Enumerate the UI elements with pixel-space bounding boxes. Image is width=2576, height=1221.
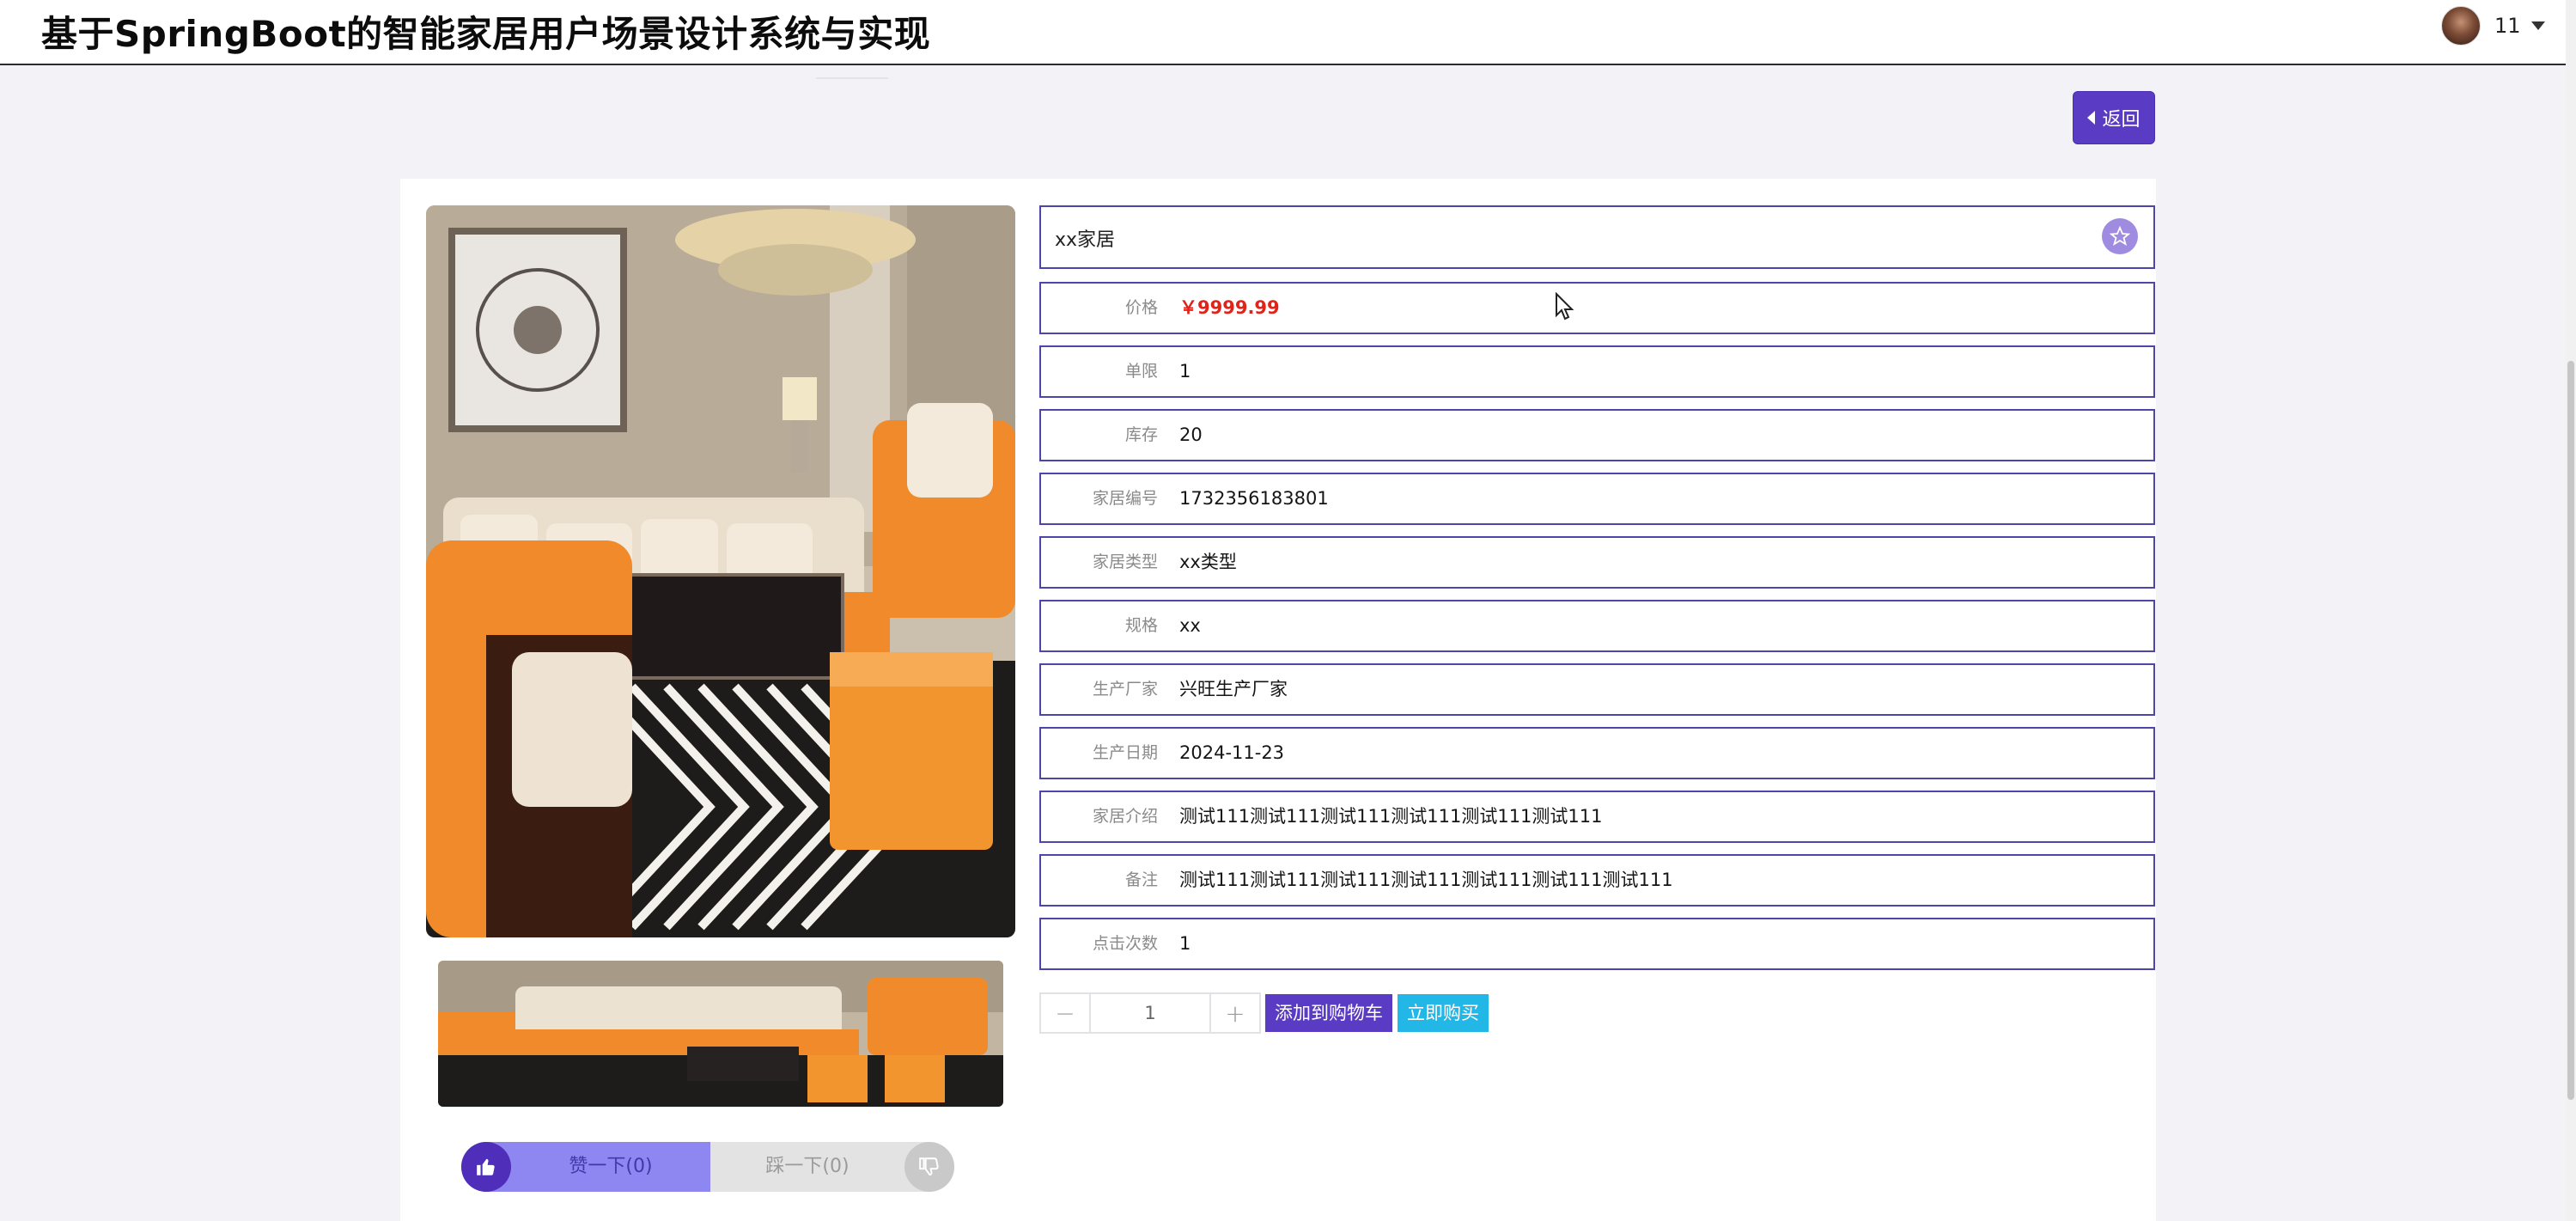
field-label: 单限 (1124, 362, 1158, 381)
field-row-spec: 规格 xx (1039, 600, 2155, 652)
field-row-stock: 库存 20 (1039, 409, 2155, 461)
quantity-increase-button[interactable]: + (1211, 994, 1259, 1032)
field-label: 备注 (1124, 870, 1158, 889)
like-label: 赞一下(0) (569, 1156, 653, 1177)
field-label: 点击次数 (1092, 934, 1158, 953)
field-row-remark: 备注 测试111测试111测试111测试111测试111测试111测试111 (1039, 854, 2155, 907)
quantity-input[interactable]: 1 (1089, 994, 1211, 1032)
product-name-row: xx家居 (1039, 205, 2155, 269)
field-row-clicks: 点击次数 1 (1039, 918, 2155, 970)
field-label: 生产厂家 (1092, 680, 1158, 699)
like-icon-circle[interactable] (461, 1142, 511, 1192)
like-button[interactable]: 赞一下(0) (461, 1142, 710, 1192)
field-row-production-date: 生产日期 2024-11-23 (1039, 727, 2155, 779)
field-row-type: 家居类型 xx类型 (1039, 536, 2155, 589)
back-button-label: 返回 (2102, 109, 2141, 131)
star-icon (2110, 226, 2130, 246)
field-value: xx类型 (1179, 552, 1237, 572)
field-value-price: ￥9999.99 (1179, 297, 1280, 318)
field-value: 20 (1179, 424, 1203, 445)
dislike-button[interactable]: 踩一下(0) (710, 1142, 954, 1192)
field-value: 1732356183801 (1179, 488, 1329, 509)
product-name: xx家居 (1055, 229, 1116, 251)
product-thumbnail[interactable] (438, 961, 1003, 1107)
dislike-icon-circle[interactable] (904, 1142, 954, 1192)
vote-bar: 赞一下(0) 踩一下(0) (461, 1142, 954, 1192)
field-label: 家居介绍 (1092, 807, 1158, 826)
field-label: 库存 (1124, 425, 1158, 444)
back-button[interactable]: 返回 (2073, 91, 2155, 144)
field-row-limit: 单限 1 (1039, 345, 2155, 398)
user-menu[interactable]: 11 (2441, 5, 2545, 46)
user-name[interactable]: 11 (2494, 14, 2521, 38)
dislike-label: 踩一下(0) (765, 1156, 850, 1177)
living-room-illustration (426, 205, 1015, 937)
caret-down-icon[interactable] (2530, 21, 2545, 30)
thumbnail-illustration (438, 961, 1003, 1107)
add-to-cart-button[interactable]: 添加到购物车 (1265, 994, 1392, 1032)
quantity-stepper[interactable]: − 1 + (1039, 992, 1261, 1034)
field-row-code: 家居编号 1732356183801 (1039, 473, 2155, 525)
field-value: 1 (1179, 361, 1191, 382)
buy-now-button[interactable]: 立即购买 (1398, 994, 1489, 1032)
field-value: 1 (1179, 933, 1191, 954)
page-scrollbar-thumb[interactable] (2567, 361, 2574, 1100)
field-value: 2024-11-23 (1179, 742, 1285, 763)
mouse-cursor-icon (1556, 292, 1574, 321)
field-label: 规格 (1124, 616, 1158, 635)
divider (816, 77, 888, 79)
field-label: 生产日期 (1092, 743, 1158, 762)
field-row-manufacturer: 生产厂家 兴旺生产厂家 (1039, 663, 2155, 716)
thumbs-down-icon (919, 1157, 939, 1176)
field-row-price: 价格 ￥9999.99 (1039, 282, 2155, 334)
app-title: 基于SpringBoot的智能家居用户场景设计系统与实现 (41, 13, 931, 55)
favorite-button[interactable] (2102, 218, 2138, 254)
product-main-image[interactable] (426, 205, 1015, 937)
back-caret-icon (2087, 111, 2096, 125)
top-navbar: 基于SpringBoot的智能家居用户场景设计系统与实现 11 (0, 0, 2576, 65)
quantity-decrease-button[interactable]: − (1041, 994, 1089, 1032)
field-label: 家居类型 (1092, 553, 1158, 571)
thumbs-up-icon (477, 1158, 495, 1175)
user-avatar[interactable] (2441, 6, 2481, 46)
field-value: 测试111测试111测试111测试111测试111测试111测试111 (1179, 870, 1673, 890)
field-row-introduction: 家居介绍 测试111测试111测试111测试111测试111测试111 (1039, 791, 2155, 843)
field-value: xx (1179, 615, 1201, 636)
field-label: 家居编号 (1092, 489, 1158, 508)
field-label: 价格 (1124, 298, 1158, 317)
field-value: 兴旺生产厂家 (1179, 679, 1288, 699)
field-value: 测试111测试111测试111测试111测试111测试111 (1179, 806, 1603, 827)
